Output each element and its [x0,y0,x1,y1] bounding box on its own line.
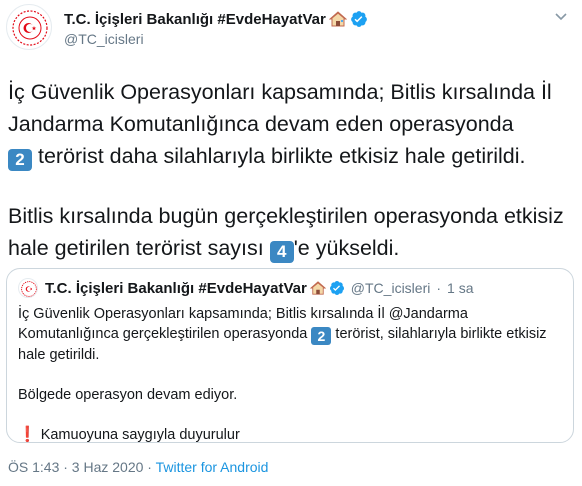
quoted-time: 1 sa [447,280,474,296]
house-icon [328,11,347,27]
keycap-number-2: 2 [8,149,32,171]
ministry-crest-icon [12,10,48,46]
chevron-down-icon[interactable] [554,12,568,22]
tweet-paragraph-1: İç Güvenlik Operasyonları kapsamında; Bi… [8,76,576,172]
quoted-paragraph-2: Bölgede operasyon devam ediyor. [18,387,238,403]
avatar[interactable] [6,4,52,50]
quoted-author-name: T.C. İçişleri Bakanlığı #EvdeHayatVar [45,279,307,297]
tweet-source-link[interactable]: Twitter for Android [156,459,269,475]
quoted-header: T.C. İçişleri Bakanlığı #EvdeHayatVar @T… [45,278,474,298]
keycap-number-4: 4 [269,241,294,263]
exclamation-icon: ❗ [18,426,37,443]
tweet-footer: ÖS 1:43 · 3 Haz 2020 · Twitter for Andro… [8,459,268,475]
quoted-tweet[interactable]: T.C. İçişleri Bakanlığı #EvdeHayatVar @T… [6,268,574,443]
ministry-crest-icon [21,281,37,297]
author-handle[interactable]: @TC_icisleri [64,31,144,47]
quoted-avatar [18,278,38,298]
tweet-timestamp[interactable]: ÖS 1:43 · 3 Haz 2020 · [8,459,156,475]
quoted-paragraph-1: İç Güvenlik Operasyonları kapsamında; Bi… [18,304,566,365]
tweet-paragraph-2: Bitlis kırsalında bugün gerçekleştirilen… [8,200,576,264]
verified-badge-icon [350,11,367,27]
tweet-text-line1-end: terörist daha silahlarıyla birlikte etki… [32,144,526,168]
tweet-text-line1: İç Güvenlik Operasyonları kapsamında; Bi… [8,80,552,136]
keycap-number-2: 2 [311,327,332,345]
tweet-text-line2-end: 'e yükseldi. [293,236,400,260]
author-name[interactable]: T.C. İçişleri Bakanlığı #EvdeHayatVar [64,11,326,28]
tweet-text: İç Güvenlik Operasyonları kapsamında; Bi… [8,76,576,264]
house-icon [309,281,326,295]
tweet-card: T.C. İçişleri Bakanlığı #EvdeHayatVar @T… [0,0,582,486]
quoted-handle: @TC_icisleri [350,280,431,296]
quoted-paragraph-3: ❗ Kamuoyuna saygıyla duyurulur [18,425,566,445]
quoted-text: İç Güvenlik Operasyonları kapsamında; Bi… [18,304,566,445]
verified-badge-icon [329,281,344,295]
author-name-row[interactable]: T.C. İçişleri Bakanlığı #EvdeHayatVar [64,9,368,29]
quoted-closing-text: Kamuoyuna saygıyla duyurulur [40,427,240,443]
quoted-separator: · [436,280,442,296]
